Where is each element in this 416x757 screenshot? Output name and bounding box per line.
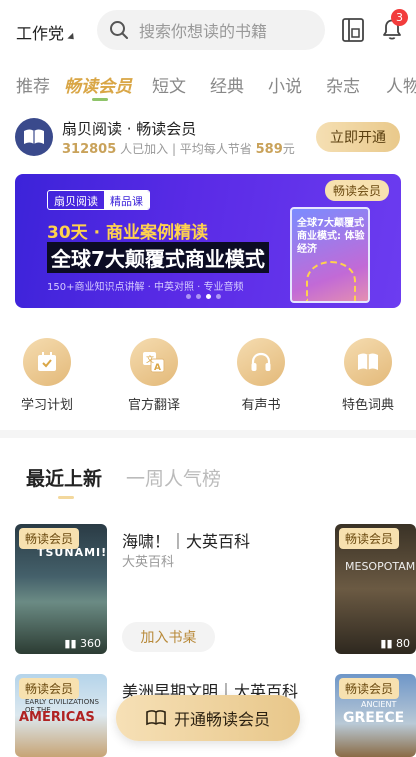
add-to-desk-button[interactable]: 加入书桌 xyxy=(122,622,215,652)
banner-pagination xyxy=(186,294,221,299)
bookshelf-icon[interactable] xyxy=(341,17,365,43)
quick-translation-circle: 文 A xyxy=(130,338,178,386)
open-membership-button[interactable]: 立即开通 xyxy=(316,122,400,152)
open-vip-floating-button[interactable]: 开通畅读会员 xyxy=(116,695,300,741)
banner-book-title: 全球7大颠覆式商业模式: 体验经济 xyxy=(297,218,365,255)
tab-novel[interactable]: 小说 xyxy=(268,72,302,97)
book-title[interactable]: 海啸！｜大英百科 xyxy=(122,528,250,552)
vip-badge: 畅读会员 xyxy=(339,678,400,699)
section-divider xyxy=(0,430,416,438)
member-save-prefix: | 平均每人节省 xyxy=(171,142,252,156)
membership-row: 扇贝阅读 · 畅读会员 312805 人已加入 | 平均每人节省 589元 立即… xyxy=(0,116,416,162)
search-icon xyxy=(110,21,128,39)
svg-text:文: 文 xyxy=(146,354,154,364)
quick-study-plan-circle xyxy=(23,338,71,386)
open-book-icon xyxy=(358,353,378,370)
vip-badge: 畅读会员 xyxy=(339,528,400,549)
banner-title: 全球7大颠覆式商业模式 xyxy=(47,242,269,273)
cover-title: GREECE xyxy=(343,710,405,726)
search-input[interactable]: 搜索你想读的书籍 xyxy=(97,10,325,50)
open-vip-label: 开通畅读会员 xyxy=(173,710,270,729)
vip-badge: 畅读会员 xyxy=(19,678,80,699)
membership-title: 扇贝阅读 · 畅读会员 xyxy=(62,120,197,138)
read-count-value: 80 xyxy=(396,637,410,650)
banner-dot xyxy=(196,294,201,299)
dropdown-triangle-icon xyxy=(67,32,77,42)
tab-vip[interactable]: 畅读会员 xyxy=(64,72,132,97)
svg-text:A: A xyxy=(154,363,161,373)
banner-tag-course: 精品课 xyxy=(104,191,149,209)
banner-dot xyxy=(216,294,221,299)
tab-weekly-popular[interactable]: 一周人气榜 xyxy=(126,464,221,491)
book-icon: ▮▮ xyxy=(64,637,77,650)
ferris-wheel-graphic xyxy=(306,261,356,301)
book-cover-americas[interactable]: EARLY CIVILIZATIONS OF THE AMERICAS 畅读会员 xyxy=(15,674,107,757)
quick-study-plan-label: 学习计划 xyxy=(20,398,73,413)
banner-tag-brand: 扇贝阅读 xyxy=(54,195,98,208)
banner-description: 150+商业知识点讲解 · 中英对照 · 专业音频 xyxy=(47,282,244,293)
vip-badge: 畅读会员 xyxy=(19,528,80,549)
quick-audiobook[interactable]: 有声书 xyxy=(226,338,296,413)
member-save-amount: 589 xyxy=(255,142,283,157)
book-cover-tsunami[interactable]: TSUNAMI! 畅读会员 ▮▮ 360 xyxy=(15,524,107,654)
quick-audiobook-circle xyxy=(237,338,285,386)
tab-short[interactable]: 短文 xyxy=(152,72,186,97)
quick-translation[interactable]: 文 A 官方翻译 xyxy=(119,338,189,413)
category-tabs: 推荐 畅读会员 短文 经典 小说 杂志 人物 xyxy=(0,64,416,104)
banner-dot-active xyxy=(206,294,211,299)
member-count: 312805 xyxy=(62,142,117,157)
quick-dictionary-circle xyxy=(344,338,392,386)
tab-people[interactable]: 人物 xyxy=(386,72,416,97)
banner-headline: 30天 · 商业案例精读 xyxy=(47,223,208,243)
tab-recent[interactable]: 最近上新 xyxy=(26,464,102,491)
book-cover-greece[interactable]: ANCIENT GREECE 畅读会员 xyxy=(335,674,416,757)
membership-stats: 312805 人已加入 | 平均每人节省 589元 xyxy=(62,140,295,157)
cover-title: MESOPOTAMIA xyxy=(345,560,416,573)
membership-logo xyxy=(15,118,53,156)
notification-badge: 3 xyxy=(391,9,408,26)
quick-translation-label: 官方翻译 xyxy=(127,398,180,413)
identity-selector[interactable]: 工作党 xyxy=(16,20,77,44)
tab-classic[interactable]: 经典 xyxy=(210,72,244,97)
cover-subtitle: ANCIENT xyxy=(361,700,397,709)
read-count: ▮▮ 80 xyxy=(380,637,410,650)
book-subtitle: 大英百科 xyxy=(122,555,175,570)
read-count: ▮▮ 360 xyxy=(64,637,101,650)
search-placeholder: 搜索你想读的书籍 xyxy=(139,22,268,41)
quick-dictionary[interactable]: 特色词典 xyxy=(333,338,403,413)
tab-recommend[interactable]: 推荐 xyxy=(16,72,50,97)
quick-links: 学习计划 文 A 官方翻译 有声书 特色词典 xyxy=(0,338,416,418)
headphones-icon xyxy=(251,352,271,371)
open-book-icon xyxy=(146,710,166,726)
quick-audiobook-label: 有声书 xyxy=(241,398,281,413)
list-tab-indicator xyxy=(58,496,74,499)
read-count-value: 360 xyxy=(80,637,101,650)
open-book-icon xyxy=(24,129,44,144)
top-bar: 工作党 搜索你想读的书籍 3 xyxy=(0,0,416,60)
member-count-suffix: 人已加入 xyxy=(120,142,169,156)
quick-study-plan[interactable]: 学习计划 xyxy=(12,338,82,413)
calendar-check-icon xyxy=(38,352,56,371)
promo-banner[interactable]: 扇贝阅读 精品课 畅读会员 30天 · 商业案例精读 全球7大颠覆式商业模式 1… xyxy=(15,174,401,308)
member-save-unit: 元 xyxy=(282,142,295,156)
identity-label: 工作党 xyxy=(16,24,65,43)
banner-dot xyxy=(186,294,191,299)
cover-title: AMERICAS xyxy=(19,710,95,725)
book-cover-mesopotamia[interactable]: MESOPOTAMIA 畅读会员 ▮▮ 80 xyxy=(335,524,416,654)
banner-book-cover: 全球7大颠覆式商业模式: 体验经济 xyxy=(290,207,370,303)
tab-magazine[interactable]: 杂志 xyxy=(326,72,360,97)
banner-vip-badge: 畅读会员 xyxy=(324,180,389,201)
quick-dictionary-label: 特色词典 xyxy=(341,398,394,413)
active-tab-indicator xyxy=(92,98,108,101)
book-icon: ▮▮ xyxy=(380,637,393,650)
translate-icon: 文 A xyxy=(143,352,165,373)
banner-tag: 扇贝阅读 精品课 xyxy=(47,190,150,210)
